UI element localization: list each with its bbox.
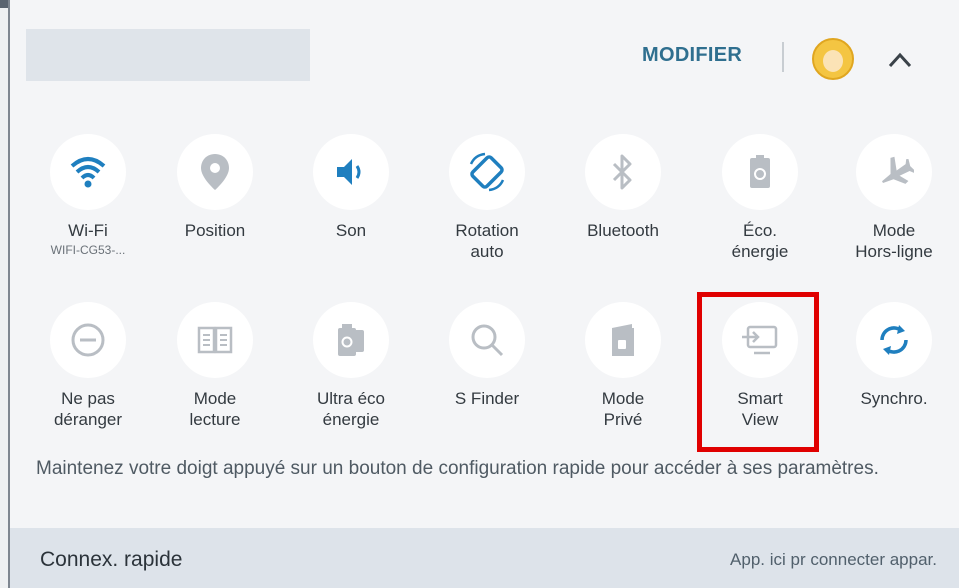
- modifier-button[interactable]: MODIFIER: [642, 44, 742, 67]
- tile-label: Éco. énergie: [731, 221, 789, 261]
- battery-saver-icon: [722, 134, 798, 210]
- quick-connect-title: Connex. rapide: [40, 548, 183, 571]
- tile-label: Bluetooth: [587, 221, 659, 240]
- tile-mode-lecture[interactable]: Mode lecture: [151, 302, 279, 430]
- search-icon: [449, 302, 525, 378]
- tile-mode-prive[interactable]: Mode Privé: [559, 302, 687, 430]
- tile-label: Mode lecture: [189, 389, 241, 429]
- speaker-icon: [313, 134, 389, 210]
- user-avatar[interactable]: [812, 38, 854, 80]
- tile-label: Mode Privé: [601, 389, 645, 429]
- tile-label: Position: [184, 221, 246, 240]
- tile-label: Wi-Fi: [68, 221, 108, 240]
- tile-label: Synchro.: [860, 389, 928, 408]
- tile-wifi[interactable]: Wi-Fi WIFI-CG53-...: [24, 134, 152, 257]
- book-icon: [177, 302, 253, 378]
- bluetooth-icon: [585, 134, 661, 210]
- smart-view-highlight-box: [697, 292, 819, 452]
- sync-icon: [856, 302, 932, 378]
- quick-connect-action[interactable]: App. ici pr connecter appar.: [730, 550, 937, 570]
- tile-bluetooth[interactable]: Bluetooth: [559, 134, 687, 241]
- location-pin-icon: [177, 134, 253, 210]
- tile-label: Rotation auto: [455, 221, 519, 261]
- tile-son[interactable]: Son: [287, 134, 415, 241]
- rotation-icon: [449, 134, 525, 210]
- tile-s-finder[interactable]: S Finder: [423, 302, 551, 409]
- quick-connect-bar[interactable]: Connex. rapide App. ici pr connecter app…: [8, 528, 959, 588]
- tile-label: Mode Hors-ligne: [855, 221, 933, 261]
- ultra-power-saving-icon: [313, 302, 389, 378]
- configuration-hint-text: Maintenez votre doigt appuyé sur un bout…: [36, 458, 879, 479]
- wifi-network-name: WIFI-CG53-...: [50, 243, 126, 257]
- tile-label: Ne pas déranger: [53, 389, 123, 429]
- avatar-face-icon: [823, 50, 843, 72]
- wifi-icon: [50, 134, 126, 210]
- tile-ne-pas-deranger[interactable]: Ne pas déranger: [24, 302, 152, 430]
- tile-position[interactable]: Position: [151, 134, 279, 241]
- tile-label: Ultra éco énergie: [316, 389, 386, 429]
- search-bar-placeholder[interactable]: [26, 29, 310, 81]
- tile-mode-hors-ligne[interactable]: Mode Hors-ligne: [830, 134, 958, 262]
- tile-label: S Finder: [454, 389, 520, 408]
- tile-ultra-eco-energie[interactable]: Ultra éco énergie: [287, 302, 415, 430]
- tile-rotation-auto[interactable]: Rotation auto: [423, 134, 551, 262]
- tile-synchro[interactable]: Synchro.: [830, 302, 958, 409]
- collapse-chevron-up-icon[interactable]: [880, 42, 920, 76]
- tile-eco-energie[interactable]: Éco. énergie: [696, 134, 824, 262]
- private-mode-icon: [585, 302, 661, 378]
- header-divider: [782, 42, 784, 72]
- do-not-disturb-icon: [50, 302, 126, 378]
- tile-label: Son: [335, 221, 367, 240]
- airplane-icon: [856, 134, 932, 210]
